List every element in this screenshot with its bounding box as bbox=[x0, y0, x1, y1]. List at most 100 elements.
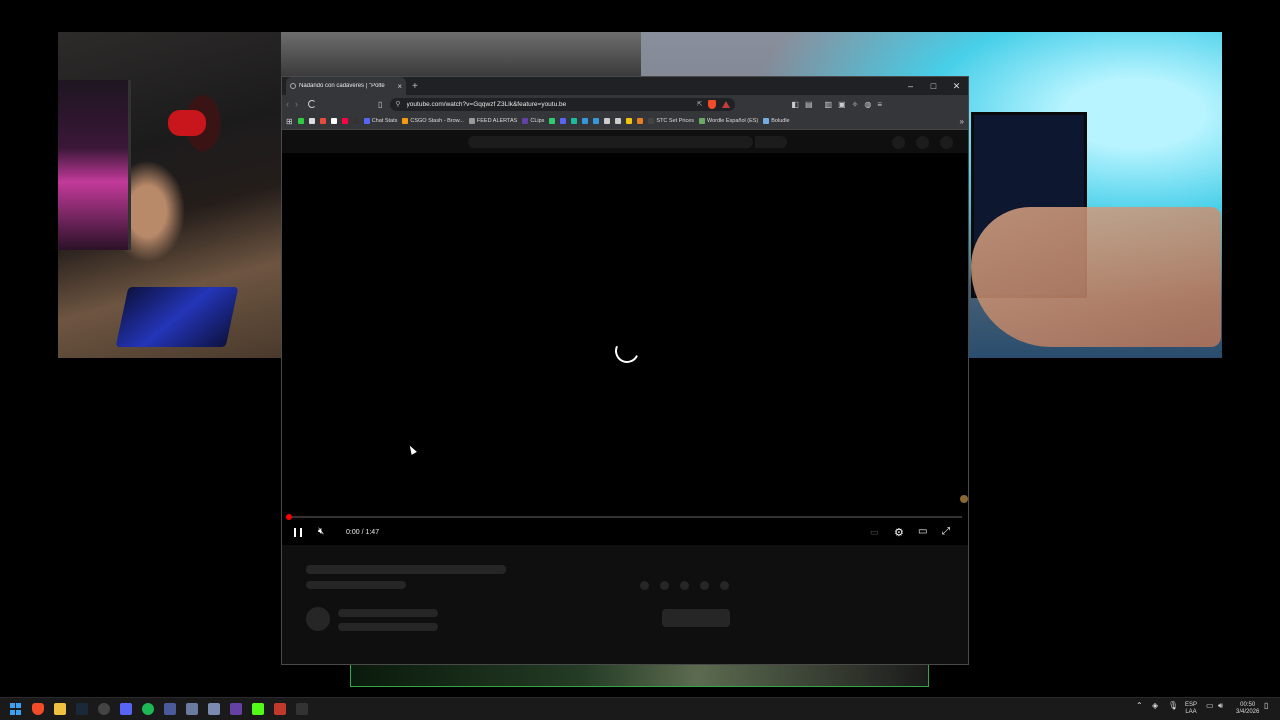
bookmark-item[interactable] bbox=[626, 118, 633, 124]
bookmark-favicon-icon bbox=[308, 118, 315, 124]
channel-avatar-skeleton bbox=[306, 607, 330, 631]
language-indicator[interactable]: ESP LAA bbox=[1185, 702, 1197, 716]
bookmark-item[interactable] bbox=[297, 118, 304, 124]
progress-bar[interactable] bbox=[286, 514, 962, 520]
spotify-icon[interactable] bbox=[142, 703, 154, 715]
microphone-icon[interactable]: 🎙︎ bbox=[1168, 702, 1178, 710]
bookmark-item[interactable] bbox=[615, 118, 622, 124]
subscribe-skeleton bbox=[662, 609, 730, 627]
brave-rewards-icon[interactable] bbox=[722, 100, 731, 108]
brave-app-icon[interactable] bbox=[32, 703, 44, 715]
search-button-skeleton bbox=[755, 136, 787, 148]
more-bookmarks-icon[interactable]: » bbox=[960, 117, 964, 126]
address-bar[interactable]: ⚲ youtube.com/watch?v=Gqqwzf Z3Llk&featu… bbox=[390, 97, 736, 111]
bookmark-favicon-icon bbox=[363, 118, 370, 124]
bookmark-favicon-icon bbox=[341, 118, 348, 124]
bookmark-item[interactable] bbox=[549, 118, 556, 124]
overlay-badge-icon bbox=[960, 495, 968, 503]
share-icon[interactable]: ⇱ bbox=[697, 100, 702, 108]
subtitles-button[interactable]: ▭ bbox=[870, 527, 879, 538]
clock-time: 00:50 bbox=[1240, 702, 1256, 708]
bookmark-item[interactable] bbox=[319, 118, 326, 124]
app-icon[interactable] bbox=[186, 703, 198, 715]
kick-icon[interactable] bbox=[252, 703, 264, 715]
vpn-icon[interactable]: ◍ bbox=[864, 100, 871, 109]
bookmark-item[interactable]: CLips bbox=[522, 118, 544, 124]
microphone-image bbox=[168, 110, 206, 136]
extension-icon[interactable]: ◧ bbox=[791, 100, 799, 109]
bookmark-item[interactable]: Wordle Español (ES) bbox=[699, 118, 758, 124]
bookmark-item[interactable] bbox=[352, 118, 359, 124]
bookmark-favicon-icon bbox=[402, 118, 409, 124]
bookmark-item[interactable] bbox=[330, 118, 337, 124]
bookmark-item[interactable]: STC Set Prices bbox=[648, 118, 694, 124]
volume-icon[interactable]: 🔊︎ bbox=[1218, 702, 1223, 710]
action-skeleton bbox=[700, 581, 709, 590]
clock[interactable]: 00:50 3/4/2026 bbox=[1236, 702, 1259, 716]
tab-title: Nadando con cadáveres | "Polte bbox=[299, 83, 385, 89]
scrubber-handle[interactable] bbox=[286, 514, 292, 520]
bookmark-item[interactable]: Chat Stats bbox=[363, 118, 397, 124]
bookmark-favicon-icon bbox=[571, 118, 578, 124]
player-controls: 🔇︎ 0:00 / 1:47 ▭ ⚙ ▭ ⤢ bbox=[282, 523, 968, 543]
fullscreen-button[interactable]: ⤢ bbox=[942, 526, 950, 537]
steam-icon[interactable] bbox=[76, 703, 88, 715]
file-explorer-icon[interactable] bbox=[54, 703, 66, 715]
minimize-button[interactable]: – bbox=[899, 77, 922, 95]
extension-icon[interactable]: ▤ bbox=[805, 100, 813, 109]
bookmark-item[interactable] bbox=[341, 118, 348, 124]
maximize-button[interactable]: □ bbox=[922, 77, 945, 95]
wallet-icon[interactable]: ▣ bbox=[838, 100, 846, 109]
app-icon[interactable] bbox=[164, 703, 176, 715]
bookmark-label: CSGO Stash - Brow... bbox=[410, 118, 464, 124]
sidebar-icon[interactable]: ▥ bbox=[825, 100, 833, 109]
menu-icon[interactable]: ≡ bbox=[877, 100, 882, 109]
reload-icon[interactable] bbox=[308, 100, 316, 108]
twitch-icon[interactable] bbox=[230, 703, 242, 715]
bookmark-item[interactable]: FEED ALERTAS bbox=[468, 118, 518, 124]
back-button[interactable]: ‹ bbox=[286, 99, 289, 109]
bookmark-item[interactable] bbox=[582, 118, 589, 124]
bookmark-label: FEED ALERTAS bbox=[476, 118, 518, 124]
bookmark-label: CLips bbox=[530, 118, 545, 124]
network-icon[interactable]: ▭ bbox=[1206, 702, 1214, 710]
bookmark-item[interactable] bbox=[593, 118, 600, 124]
pause-button[interactable] bbox=[294, 528, 302, 537]
app-icon[interactable] bbox=[296, 703, 308, 715]
tray-steam-icon[interactable]: ◈ bbox=[1152, 702, 1158, 710]
theater-mode-button[interactable]: ▭ bbox=[918, 526, 927, 537]
app-icon[interactable] bbox=[274, 703, 286, 715]
site-info-icon[interactable]: ⚲ bbox=[395, 100, 400, 108]
obs-icon[interactable] bbox=[98, 703, 110, 715]
browser-tab[interactable]: Nadando con cadáveres | "Polte × bbox=[286, 77, 406, 95]
bookmark-favicon-icon bbox=[330, 118, 337, 124]
bookmark-item[interactable]: Boludle bbox=[763, 118, 790, 124]
apps-grid-icon[interactable]: ⊞ bbox=[286, 117, 293, 126]
bookmark-favicon-icon bbox=[763, 118, 770, 124]
bookmark-item[interactable] bbox=[560, 118, 567, 124]
brave-shields-icon[interactable] bbox=[708, 99, 717, 109]
mute-button[interactable]: 🔇︎ bbox=[318, 526, 324, 537]
tab-close-icon[interactable]: × bbox=[397, 82, 402, 91]
discord-icon[interactable] bbox=[120, 703, 132, 715]
tab-loading-icon bbox=[290, 83, 296, 89]
forward-button[interactable]: › bbox=[295, 99, 298, 109]
bookmark-item[interactable] bbox=[308, 118, 315, 124]
bookmark-item[interactable] bbox=[571, 118, 578, 124]
settings-gear-icon[interactable]: ⚙ bbox=[894, 526, 904, 539]
notification-icon[interactable]: ▯ bbox=[1264, 702, 1268, 710]
bookmark-favicon-icon bbox=[582, 118, 589, 124]
bookmark-item[interactable]: CSGO Stash - Brow... bbox=[402, 118, 464, 124]
webcam-left-feed bbox=[58, 32, 281, 358]
youtube-header-skeleton bbox=[282, 130, 968, 154]
bookmark-item[interactable] bbox=[604, 118, 611, 124]
start-button[interactable] bbox=[10, 703, 22, 715]
bookmark-item[interactable] bbox=[637, 118, 644, 124]
close-window-button[interactable]: ✕ bbox=[945, 77, 968, 95]
new-tab-button[interactable]: + bbox=[412, 81, 418, 92]
app-icon[interactable] bbox=[208, 703, 220, 715]
puzzle-icon[interactable]: ✧ bbox=[852, 100, 859, 109]
tray-overflow-icon[interactable]: ⌃ bbox=[1136, 702, 1143, 710]
bookmark-favicon-icon bbox=[615, 118, 622, 124]
bookmark-page-icon[interactable]: ▯ bbox=[378, 100, 382, 109]
